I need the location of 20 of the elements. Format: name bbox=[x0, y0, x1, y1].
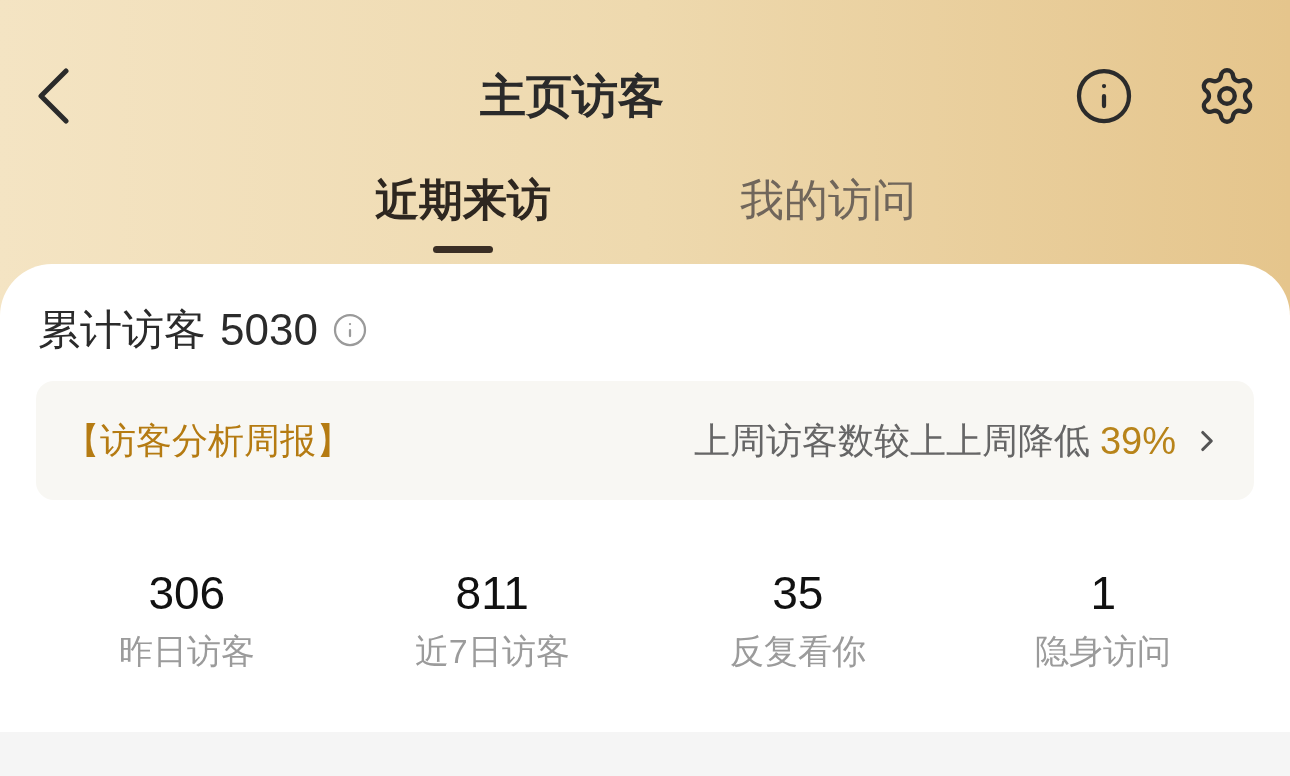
tab[interactable]: 我的访问 bbox=[739, 172, 916, 228]
stat-label: 昨日访客 bbox=[118, 631, 255, 672]
stat-value: 35 bbox=[772, 566, 824, 621]
change-percent: 39% bbox=[1099, 418, 1176, 464]
stat-label: 反复看你 bbox=[729, 631, 866, 672]
active-tab-indicator bbox=[432, 246, 493, 253]
info-icon[interactable] bbox=[1074, 66, 1134, 126]
stat-value: 1 bbox=[1090, 566, 1117, 621]
total-visitors-label: 累计访客 bbox=[38, 305, 206, 355]
page-title: 主页访客 bbox=[480, 69, 664, 124]
report-tag: 【访客分析周报】 bbox=[64, 416, 352, 465]
stat-value: 306 bbox=[148, 566, 226, 621]
report-text: 上周访客数较上上周降低 bbox=[693, 418, 1090, 463]
stat-label: 隐身访问 bbox=[1035, 631, 1172, 672]
back-chevron-icon[interactable] bbox=[36, 68, 70, 124]
stat-value: 811 bbox=[455, 566, 529, 621]
report-banner[interactable]: 【访客分析周报】 上周访客数较上上周降低 39% bbox=[36, 381, 1254, 500]
stat-label: 近7日访客 bbox=[414, 631, 570, 672]
tab[interactable]: 近期来访 bbox=[374, 172, 551, 228]
total-visitors-count: 5030 bbox=[220, 304, 318, 356]
